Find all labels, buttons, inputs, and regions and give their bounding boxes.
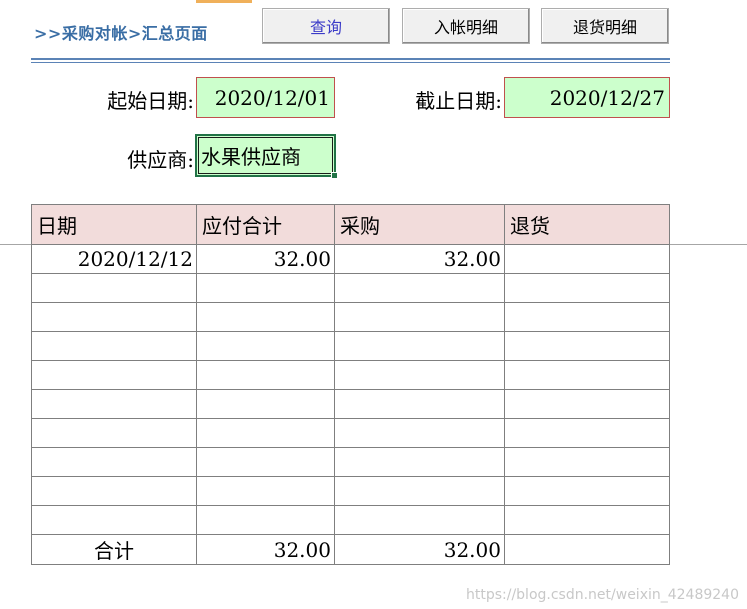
table-row [31,302,670,332]
table-cell[interactable] [196,273,335,303]
table-row [31,389,670,419]
table-row [31,360,670,390]
table-cell[interactable] [504,244,670,274]
table-cell[interactable] [334,505,505,535]
table-cell[interactable] [196,389,335,419]
table-row [31,476,670,506]
header-divider [31,58,670,60]
table-cell[interactable] [504,418,670,448]
query-button[interactable]: 查询 [262,8,390,44]
start-date-field[interactable]: 2020/12/01 [196,77,335,118]
table-row: 2020/12/12 32.00 32.00 [31,244,670,274]
table-cell[interactable] [334,476,505,506]
table-cell[interactable] [334,418,505,448]
table-cell[interactable]: 2020/12/12 [31,244,197,274]
table-cell[interactable] [31,505,197,535]
table-cell[interactable] [31,360,197,390]
table-cell[interactable] [31,389,197,419]
table-cell[interactable] [196,360,335,390]
table-cell[interactable] [334,273,505,303]
table-row [31,418,670,448]
cell-fill-handle[interactable] [331,172,338,179]
table-cell[interactable] [504,360,670,390]
start-date-label: 起始日期: [107,89,194,113]
table-cell[interactable]: 32.00 [196,244,335,274]
total-payable: 32.00 [196,534,335,565]
total-purchase: 32.00 [334,534,505,565]
table-cell[interactable] [504,505,670,535]
table-cell[interactable] [504,331,670,361]
table-cell[interactable] [31,273,197,303]
column-header-payable-total: 应付合计 [196,204,335,245]
total-row: 合计 32.00 32.00 [31,534,670,565]
table-row [31,273,670,303]
receipt-detail-button[interactable]: 入帐明细 [402,8,530,44]
table-row [31,331,670,361]
summary-table: 日期 应付合计 采购 退货 2020/12/12 32.00 32.00 合计 … [31,204,670,565]
table-cell[interactable] [196,418,335,448]
table-cell[interactable] [504,447,670,477]
column-header-return: 退货 [504,204,670,245]
table-cell[interactable] [196,302,335,332]
breadcrumb: >>采购对帐>汇总页面 [34,24,208,43]
table-cell[interactable] [334,360,505,390]
table-cell[interactable] [196,476,335,506]
end-date-label: 截止日期: [415,89,502,113]
table-cell[interactable] [334,331,505,361]
table-cell[interactable] [196,505,335,535]
table-cell[interactable] [31,476,197,506]
table-cell[interactable] [504,302,670,332]
table-cell[interactable] [334,302,505,332]
total-return [504,534,670,565]
table-cell[interactable] [196,447,335,477]
table-cell[interactable] [31,302,197,332]
table-cell[interactable] [31,418,197,448]
table-cell[interactable] [334,389,505,419]
table-cell[interactable] [504,389,670,419]
supplier-label: 供应商: [127,148,194,172]
return-detail-button[interactable]: 退货明细 [541,8,669,44]
end-date-field[interactable]: 2020/12/27 [504,77,670,118]
header-divider-thin [31,62,670,63]
table-cell[interactable] [504,273,670,303]
table-cell[interactable] [196,331,335,361]
table-cell[interactable] [31,331,197,361]
watermark: https://blog.csdn.net/weixin_42489240 [465,587,739,603]
table-cell[interactable] [504,476,670,506]
column-header-date: 日期 [31,204,197,245]
supplier-field[interactable]: 水果供应商 [195,134,336,177]
table-cell[interactable] [31,447,197,477]
table-cell[interactable] [334,447,505,477]
table-row [31,447,670,477]
table-row [31,505,670,535]
table-header-row: 日期 应付合计 采购 退货 [31,204,670,245]
total-label: 合计 [31,534,197,565]
table-cell[interactable]: 32.00 [334,244,505,274]
column-header-purchase: 采购 [334,204,505,245]
selection-accent [196,0,252,3]
